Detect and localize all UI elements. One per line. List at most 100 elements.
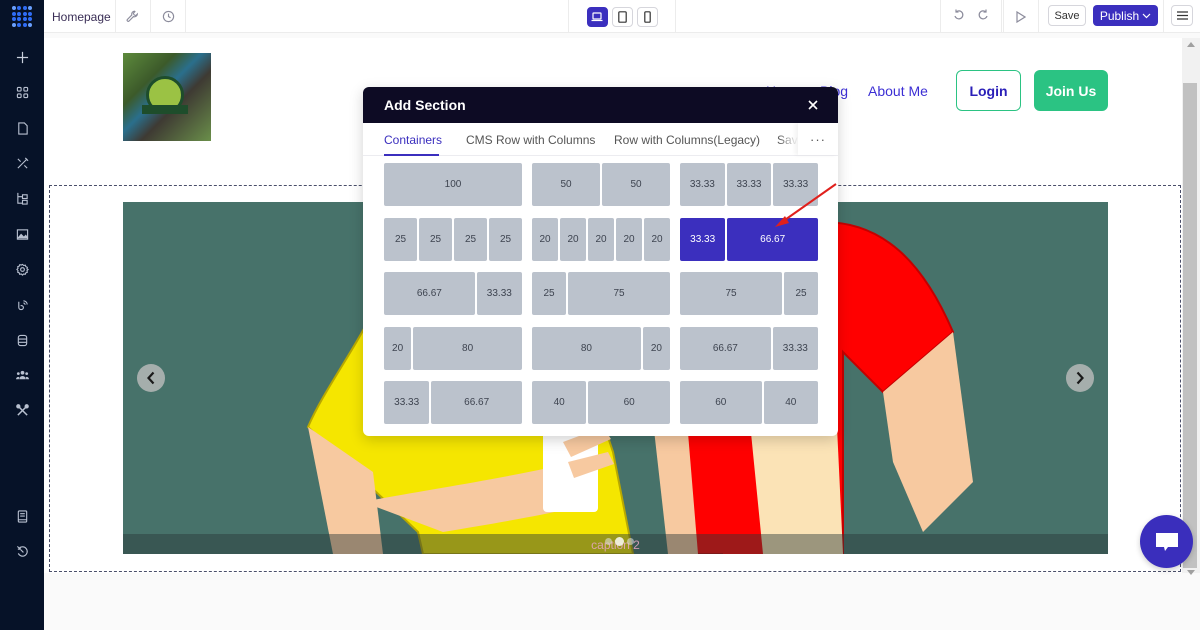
scrollbar-thumb[interactable] <box>1183 83 1197 568</box>
chat-button[interactable] <box>1140 515 1193 568</box>
chevron-left-icon <box>147 371 155 385</box>
layout-option-66.67-33.33[interactable]: 66.67 33.33 <box>384 272 522 315</box>
layout-option-100[interactable]: 100 <box>384 163 522 206</box>
layout-column: 25 <box>454 217 487 261</box>
layout-column: 20 <box>644 217 670 261</box>
save-button[interactable]: Save <box>1048 5 1086 26</box>
layout-column: 33.33 <box>726 163 772 206</box>
undo-button[interactable] <box>953 8 965 26</box>
mobile-view-button[interactable] <box>636 6 658 27</box>
carousel-prev-button[interactable] <box>137 364 165 392</box>
app-logo[interactable] <box>0 0 44 33</box>
layout-column: 25 <box>784 272 818 315</box>
sidebar-item-media[interactable] <box>0 221 44 247</box>
site-logo[interactable] <box>123 53 211 141</box>
main-menu-button[interactable] <box>1171 5 1193 26</box>
layout-column: 33.33 <box>384 381 430 424</box>
tab-row-legacy[interactable]: Row with Columns(Legacy) <box>614 133 760 147</box>
tab-cms-row[interactable]: CMS Row with Columns <box>466 133 595 147</box>
layout-column: 33.33 <box>680 217 726 261</box>
layout-option-25-75[interactable]: 25 75 <box>532 272 670 315</box>
carousel-dot-2[interactable] <box>615 537 624 546</box>
layout-column: 33.33 <box>476 272 522 315</box>
tablet-icon <box>617 10 627 23</box>
add-section-modal: Add Section Containers CMS Row with Colu… <box>363 87 838 436</box>
layout-column: 50 <box>532 163 600 206</box>
layout-column: 66.67 <box>680 326 771 370</box>
sidebar-item-elements[interactable] <box>0 79 44 105</box>
scroll-up-arrow[interactable] <box>1187 42 1195 47</box>
play-icon <box>1016 10 1026 23</box>
canvas-below <box>44 573 1200 630</box>
close-icon <box>808 99 818 110</box>
layout-option-20-80[interactable]: 20 80 <box>384 326 522 370</box>
layout-column: 20 <box>560 217 586 261</box>
layout-column: 80 <box>532 326 641 370</box>
sidebar-item-settings[interactable] <box>0 256 44 282</box>
carousel-dot-3[interactable] <box>627 538 634 545</box>
nav-link-about[interactable]: About Me <box>868 83 928 99</box>
layout-option-80-20[interactable]: 80 20 <box>532 326 670 370</box>
layout-column: 66.67 <box>431 381 522 424</box>
page-icon <box>17 121 28 135</box>
layout-option-33.33-33.33-33.33[interactable]: 33.33 33.33 33.33 <box>680 163 818 206</box>
preview-button[interactable] <box>1003 0 1039 33</box>
plus-icon <box>16 51 28 63</box>
layout-option-50-50[interactable]: 50 50 <box>532 163 670 206</box>
redo-button[interactable] <box>977 8 989 26</box>
layout-column: 20 <box>384 326 412 370</box>
carousel-next-button[interactable] <box>1066 364 1094 392</box>
layout-column: 60 <box>588 381 670 424</box>
logo-banner <box>142 105 188 114</box>
layout-option-66.67-33.33[interactable]: 66.67 33.33 <box>680 326 818 370</box>
more-tabs-button[interactable]: ··· <box>798 123 838 155</box>
book-icon <box>17 509 27 523</box>
laptop-icon <box>591 11 603 21</box>
canvas-scrollbar[interactable] <box>1182 38 1200 575</box>
page-selector[interactable]: Homepage <box>52 0 111 33</box>
layout-option-60-40[interactable]: 60 40 <box>680 381 818 424</box>
desktop-view-button[interactable] <box>586 6 608 27</box>
sidebar-item-add[interactable] <box>0 44 44 70</box>
sidebar-item-database[interactable] <box>0 327 44 353</box>
layout-column: 33.33 <box>772 326 818 370</box>
sidebar-item-tools[interactable] <box>0 397 44 423</box>
close-button[interactable] <box>808 97 818 114</box>
sidebar-item-members[interactable] <box>0 362 44 388</box>
top-toolbar: Homepage Save Publish <box>0 0 1200 33</box>
sidebar-item-history[interactable] <box>0 538 44 564</box>
modal-header: Add Section <box>363 87 838 123</box>
layout-option-33.33-66.67[interactable]: 33.33 66.67 <box>384 381 522 424</box>
layout-option-20-20-20-20-20[interactable]: 20 20 20 20 20 <box>532 217 670 261</box>
layout-column: 25 <box>384 217 417 261</box>
sidebar-item-sitemap[interactable] <box>0 185 44 211</box>
sidebar-item-design[interactable] <box>0 150 44 176</box>
layout-column: 80 <box>413 326 522 370</box>
layout-column: 33.33 <box>680 163 725 206</box>
tab-containers[interactable]: Containers <box>384 133 442 147</box>
members-icon <box>15 370 29 379</box>
tablet-view-button[interactable] <box>611 6 633 27</box>
carousel-dots <box>605 537 634 546</box>
scroll-down-arrow[interactable] <box>1187 570 1195 575</box>
layout-column: 25 <box>532 272 566 315</box>
layout-option-40-60[interactable]: 40 60 <box>532 381 670 424</box>
layout-column: 20 <box>616 217 642 261</box>
login-button[interactable]: Login <box>956 70 1021 111</box>
sidebar-item-docs[interactable] <box>0 503 44 529</box>
sidebar-item-integrations[interactable] <box>0 291 44 317</box>
history-button[interactable] <box>150 0 186 33</box>
join-us-button[interactable]: Join Us <box>1034 70 1108 111</box>
chat-bubble-icon <box>1155 532 1178 551</box>
publish-button[interactable]: Publish <box>1093 5 1158 26</box>
layout-option-75-25[interactable]: 75 25 <box>680 272 818 315</box>
sidebar-item-pages[interactable] <box>0 115 44 141</box>
page-settings-button[interactable] <box>115 0 149 33</box>
tabs-fade <box>778 123 798 155</box>
app-logo-icon <box>11 6 33 27</box>
layout-option-25-25-25-25[interactable]: 25 25 25 25 <box>384 217 522 261</box>
carousel-dot-1[interactable] <box>605 538 612 545</box>
layout-option-33.33-66.67[interactable]: 33.33 66.67 <box>680 217 818 261</box>
active-tab-indicator <box>384 154 439 156</box>
design-tools-icon <box>16 157 28 169</box>
